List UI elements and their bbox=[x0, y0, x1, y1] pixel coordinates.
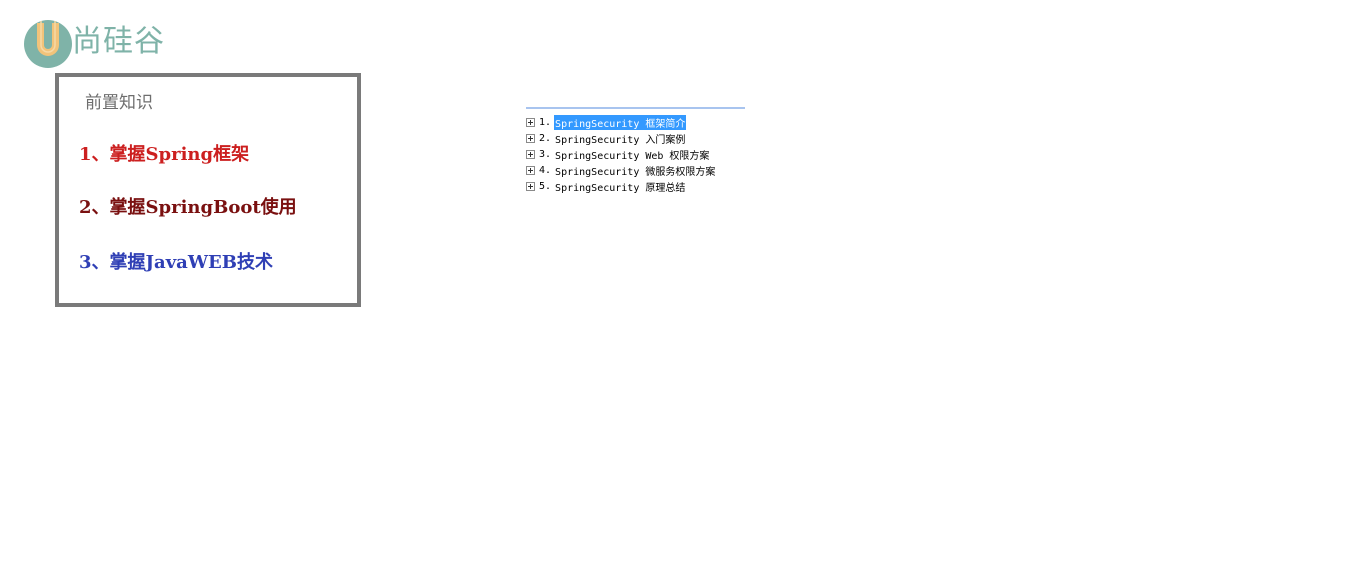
outline-item[interactable]: 2. SpringSecurity 入门案例 bbox=[526, 130, 716, 146]
outline-item-number: 5. bbox=[539, 180, 552, 192]
outline-item[interactable]: 5. SpringSecurity 原理总结 bbox=[526, 178, 716, 194]
brand-name: 尚硅谷 bbox=[72, 24, 165, 59]
outline-item[interactable]: 4. SpringSecurity 微服务权限方案 bbox=[526, 162, 716, 178]
prerequisite-panel: 前置知识 1、掌握Spring框架 2、掌握SpringBoot使用 3、掌握J… bbox=[55, 73, 361, 307]
outline-item-number: 3. bbox=[539, 148, 552, 160]
outline-item-label[interactable]: SpringSecurity 原理总结 bbox=[554, 179, 686, 194]
expand-plus-icon[interactable] bbox=[526, 117, 535, 127]
brand-logo: 尚硅谷 bbox=[24, 17, 194, 69]
expand-plus-icon[interactable] bbox=[526, 165, 535, 175]
outline-item-label[interactable]: SpringSecurity 入门案例 bbox=[554, 131, 686, 146]
prerequisite-item-javaweb: 3、掌握JavaWEB技术 bbox=[79, 252, 273, 273]
prerequisite-item-springboot: 2、掌握SpringBoot使用 bbox=[79, 197, 297, 218]
outline-item-number: 2. bbox=[539, 132, 552, 144]
outline-item-number: 4. bbox=[539, 164, 552, 176]
prerequisite-title: 前置知识 bbox=[85, 93, 153, 113]
logo-u-icon bbox=[24, 20, 72, 68]
outline-tree: 1. SpringSecurity 框架简介 2. SpringSecurity… bbox=[526, 114, 716, 194]
outline-item-number: 1. bbox=[539, 116, 552, 128]
outline-item[interactable]: 1. SpringSecurity 框架简介 bbox=[526, 114, 716, 130]
outline-item-label[interactable]: SpringSecurity 微服务权限方案 bbox=[554, 163, 716, 178]
outline-item[interactable]: 3. SpringSecurity Web 权限方案 bbox=[526, 146, 716, 162]
prerequisite-item-spring: 1、掌握Spring框架 bbox=[79, 144, 250, 165]
outline-item-label[interactable]: SpringSecurity Web 权限方案 bbox=[554, 147, 710, 162]
expand-plus-icon[interactable] bbox=[526, 181, 535, 191]
outline-top-rule bbox=[526, 107, 745, 109]
outline-item-label[interactable]: SpringSecurity 框架简介 bbox=[554, 114, 687, 130]
expand-plus-icon[interactable] bbox=[526, 133, 535, 143]
expand-plus-icon[interactable] bbox=[526, 149, 535, 159]
